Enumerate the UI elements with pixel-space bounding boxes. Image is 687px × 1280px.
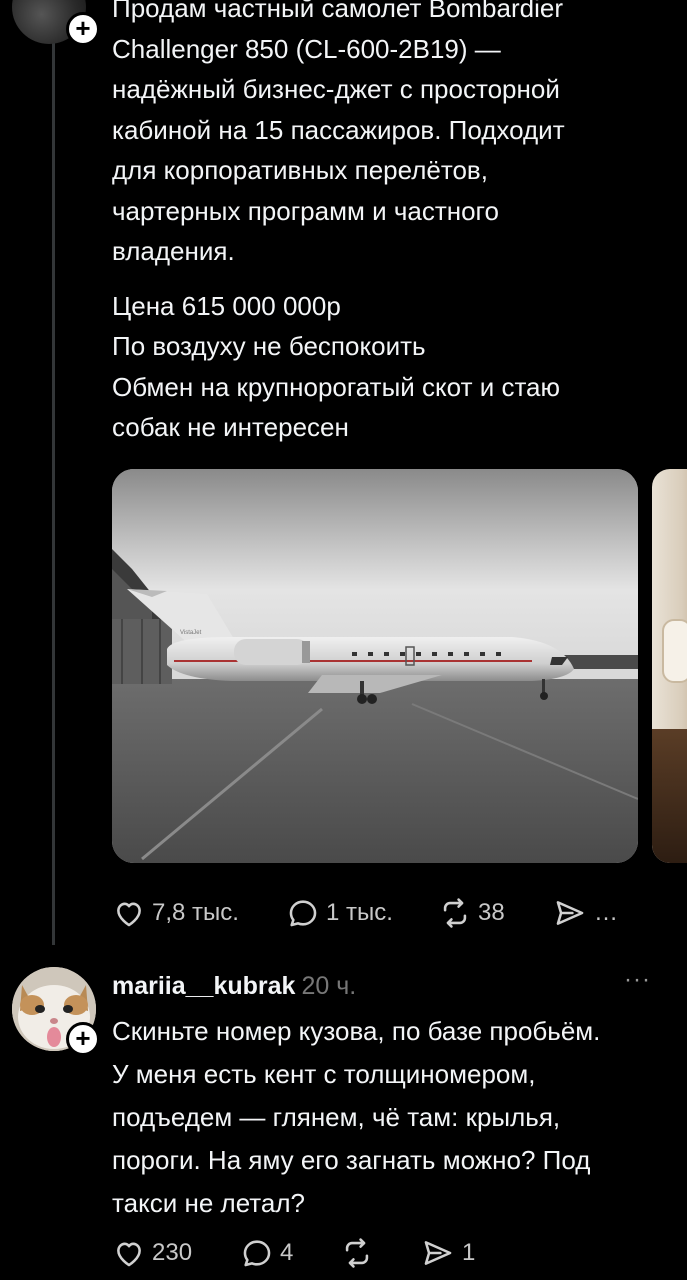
comment-share-action[interactable]: 1 bbox=[420, 1236, 475, 1270]
post-image-jet[interactable]: VistaJet bbox=[112, 469, 638, 863]
share-action[interactable]: … bbox=[552, 896, 618, 930]
comment-bubble-icon bbox=[289, 900, 317, 927]
comment-line: пороги. На яму его загнать можно? Под bbox=[112, 1145, 591, 1175]
comment-line: такси не летал? bbox=[112, 1188, 306, 1218]
repost-icon bbox=[443, 898, 467, 928]
heart-icon bbox=[117, 902, 141, 927]
comment-repost-action[interactable] bbox=[340, 1236, 374, 1270]
comment-body: Скиньте номер кузова, по базе пробьём. У… bbox=[112, 1010, 672, 1225]
post-line: собак не интересен bbox=[112, 412, 349, 442]
comment-timestamp: 20 ч. bbox=[301, 972, 357, 1000]
send-icon bbox=[424, 1241, 452, 1265]
post-line: кабиной на 15 пассажиров. Подходит bbox=[112, 114, 565, 145]
comment-header: mariia__kubrak 20 ч. bbox=[112, 968, 356, 1004]
post-body: Продам частный самолет Bombardier Challe… bbox=[112, 0, 672, 448]
comment-reply-count: 4 bbox=[280, 1239, 294, 1266]
comment-like-count: 230 bbox=[152, 1239, 193, 1266]
tail-livery-text: VistaJet bbox=[180, 630, 202, 636]
follow-plus-icon[interactable]: + bbox=[66, 1022, 100, 1056]
like-action[interactable]: 7,8 тыс. bbox=[112, 896, 239, 930]
comment-like-action[interactable]: 230 bbox=[112, 1236, 192, 1270]
reply-count: 1 тыс. bbox=[326, 899, 393, 926]
comment-line: подъедем — глянем, чё там: крылья, bbox=[112, 1102, 561, 1132]
share-more: … bbox=[594, 899, 618, 926]
comment-share-count: 1 bbox=[462, 1239, 476, 1266]
more-options-icon[interactable]: ··· bbox=[624, 966, 651, 994]
send-icon bbox=[556, 901, 584, 925]
like-count: 7,8 тыс. bbox=[152, 899, 239, 926]
post-line: чартерных программ и частного bbox=[112, 195, 499, 226]
repost-count: 38 bbox=[478, 899, 505, 926]
post-line: владения. bbox=[112, 236, 235, 266]
jet-photo-illustration: VistaJet bbox=[112, 469, 638, 863]
comment-bubble-icon bbox=[243, 1240, 271, 1267]
post-line: Challenger 850 (CL-600-2B19) — bbox=[112, 33, 501, 64]
comment-username[interactable]: mariia__kubrak bbox=[112, 972, 295, 1000]
post-image-interior[interactable] bbox=[652, 469, 687, 863]
cabin-window bbox=[662, 619, 687, 683]
follow-plus-icon[interactable]: + bbox=[66, 12, 100, 46]
comment-line: У меня есть кент с толщиномером, bbox=[112, 1059, 536, 1089]
comment-reply-action[interactable]: 4 bbox=[240, 1236, 293, 1270]
post-line: Продам частный самолет Bombardier bbox=[112, 0, 563, 23]
thread-line bbox=[52, 40, 55, 945]
repost-action[interactable]: 38 bbox=[438, 896, 505, 930]
post-line: Обмен на крупнорогатый скот и стаю bbox=[112, 371, 561, 402]
reply-action[interactable]: 1 тыс. bbox=[286, 896, 393, 930]
post-price: Цена 615 000 000р bbox=[112, 290, 341, 321]
heart-icon bbox=[117, 1242, 141, 1267]
post-line: надёжный бизнес-джет с просторной bbox=[112, 74, 560, 104]
comment-line: Скиньте номер кузова, по базе пробьём. bbox=[112, 1016, 601, 1046]
cabin-panel bbox=[652, 729, 687, 863]
post-line: По воздуху не беспокоить bbox=[112, 331, 426, 361]
repost-icon bbox=[345, 1238, 369, 1268]
post-line: для корпоративных перелётов, bbox=[112, 155, 488, 185]
